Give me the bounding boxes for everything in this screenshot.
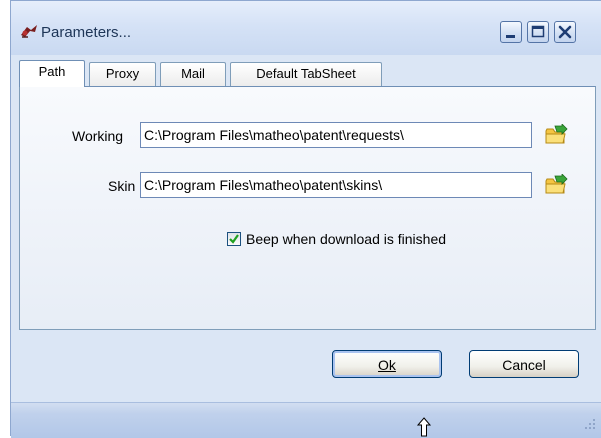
window-title: Parameters... (41, 24, 132, 41)
skin-path-input[interactable] (140, 172, 532, 198)
beep-checkbox-label[interactable]: Beep when download is finished (246, 231, 446, 247)
close-icon (558, 25, 572, 39)
skin-label: Skin (108, 178, 136, 194)
path-tab-panel: Working Skin Beep when download is finis… (19, 86, 596, 330)
tab-proxy[interactable]: Proxy (89, 62, 156, 86)
maximize-icon (531, 25, 545, 38)
resize-grip-icon[interactable] (584, 418, 596, 430)
browse-folder-icon[interactable] (544, 174, 568, 196)
app-logo-icon (21, 25, 37, 38)
beep-checkbox[interactable] (227, 232, 241, 246)
close-button[interactable] (554, 21, 576, 43)
title-bar[interactable]: Parameters... (11, 1, 601, 55)
parameters-dialog: Parameters... Path Proxy Mail Default Ta… (10, 0, 601, 438)
minimize-icon (506, 35, 515, 38)
ok-button[interactable]: Ok (332, 350, 442, 378)
checkmark-icon (229, 234, 239, 244)
working-path-input[interactable] (140, 122, 532, 148)
browse-folder-icon[interactable] (544, 124, 568, 146)
minimize-button[interactable] (500, 21, 522, 43)
tab-mail[interactable]: Mail (160, 62, 226, 86)
tab-path[interactable]: Path (19, 60, 85, 87)
cancel-button[interactable]: Cancel (469, 350, 579, 378)
ok-button-label: Ok (378, 357, 396, 373)
working-label: Working (72, 128, 124, 144)
mouse-cursor-icon (416, 417, 432, 437)
status-bar (11, 402, 601, 438)
maximize-button[interactable] (527, 21, 549, 43)
tab-default-tabsheet[interactable]: Default TabSheet (230, 62, 382, 86)
